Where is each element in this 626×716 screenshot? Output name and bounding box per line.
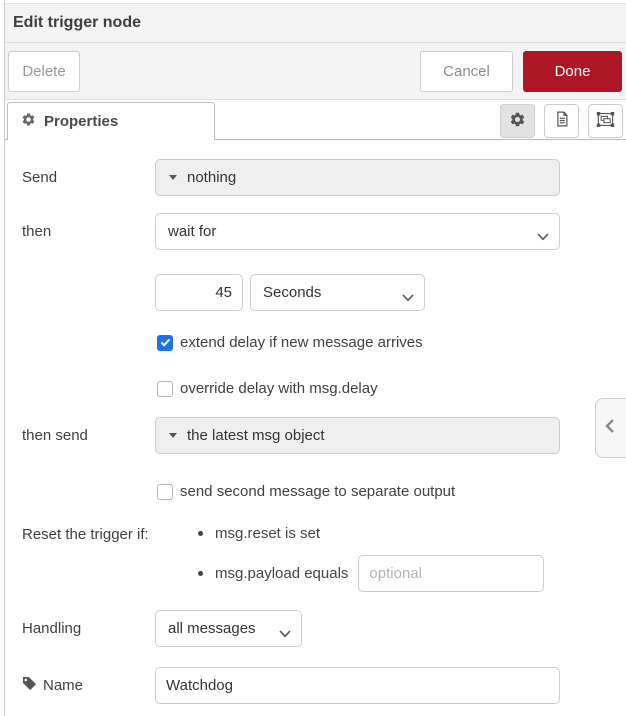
name-input[interactable] [155,667,560,704]
send-row: Send nothing [22,159,626,196]
reset-section: Reset the trigger if: msg.reset is set m… [22,523,626,592]
payload-equals-input[interactable] [358,555,544,592]
name-row: Name [22,667,626,704]
dialog-button-row: Delete Cancel Done [5,43,626,100]
edit-trigger-node-dialog: Edit trigger node Delete Cancel Done Pro… [4,0,626,716]
then-select[interactable]: wait for [155,213,560,250]
tab-properties[interactable]: Properties [7,102,215,140]
file-text-icon [553,110,571,132]
extend-delay-row: extend delay if new message arrives [157,334,626,351]
second-output-checkbox[interactable] [157,484,173,500]
tag-icon [22,676,37,695]
override-delay-label: override delay with msg.delay [180,380,378,397]
reset-condition-msg-reset: msg.reset is set [198,523,544,543]
then-send-typed-input[interactable]: the latest msg object [155,417,560,454]
gear-icon [21,112,36,131]
dialog-title: Edit trigger node [13,14,141,32]
bullet-icon [198,571,203,576]
name-label-wrap: Name [22,676,155,695]
reset-condition-msg-payload: msg.payload equals [198,555,544,592]
second-output-row: send second message to separate output [157,483,626,500]
caret-down-icon [169,433,177,438]
handling-label: Handling [22,620,155,637]
handling-select[interactable]: all messages [155,610,302,647]
reset-conditions: msg.reset is set msg.payload equals [198,523,544,592]
duration-units-select[interactable]: Seconds [250,274,425,311]
editor-tab-bar: Properties [5,100,626,140]
send-typed-input[interactable]: nothing [155,159,560,196]
tab-properties-label: Properties [44,113,118,130]
msg-reset-text: msg.reset is set [215,525,320,542]
properties-form: Send nothing then wait for Sec [5,159,626,704]
handling-row: Handling all messages [22,610,626,647]
then-label: then [22,223,155,240]
send-value: nothing [187,169,236,186]
bullet-icon [198,531,203,536]
tab-icon-buttons [500,104,623,138]
description-button[interactable] [544,104,579,138]
then-send-value: the latest msg object [187,427,325,444]
done-button[interactable]: Done [523,51,622,92]
object-group-icon [596,110,615,133]
delete-button[interactable]: Delete [8,51,80,92]
then-send-row: then send the latest msg object [22,417,626,454]
extend-delay-label: extend delay if new message arrives [180,334,423,351]
cancel-button[interactable]: Cancel [420,51,513,92]
side-panel-toggle-button[interactable] [595,398,626,458]
then-row: then wait for [22,213,626,250]
msg-payload-text: msg.payload equals [215,565,348,582]
duration-input[interactable] [155,274,243,311]
override-delay-row: override delay with msg.delay [157,380,626,397]
dialog-header: Edit trigger node [5,3,626,43]
send-label: Send [22,169,155,186]
gear-icon [509,111,526,132]
duration-row: Seconds [22,274,626,311]
extend-delay-checkbox[interactable] [157,335,173,351]
then-send-label: then send [22,427,155,444]
second-output-label: send second message to separate output [180,483,455,500]
properties-gear-button[interactable] [500,104,535,138]
appearance-button[interactable] [588,104,623,138]
caret-down-icon [169,175,177,180]
name-label: Name [43,677,83,694]
override-delay-checkbox[interactable] [157,381,173,397]
reset-label: Reset the trigger if: [22,523,198,543]
chevron-left-icon [605,418,615,438]
